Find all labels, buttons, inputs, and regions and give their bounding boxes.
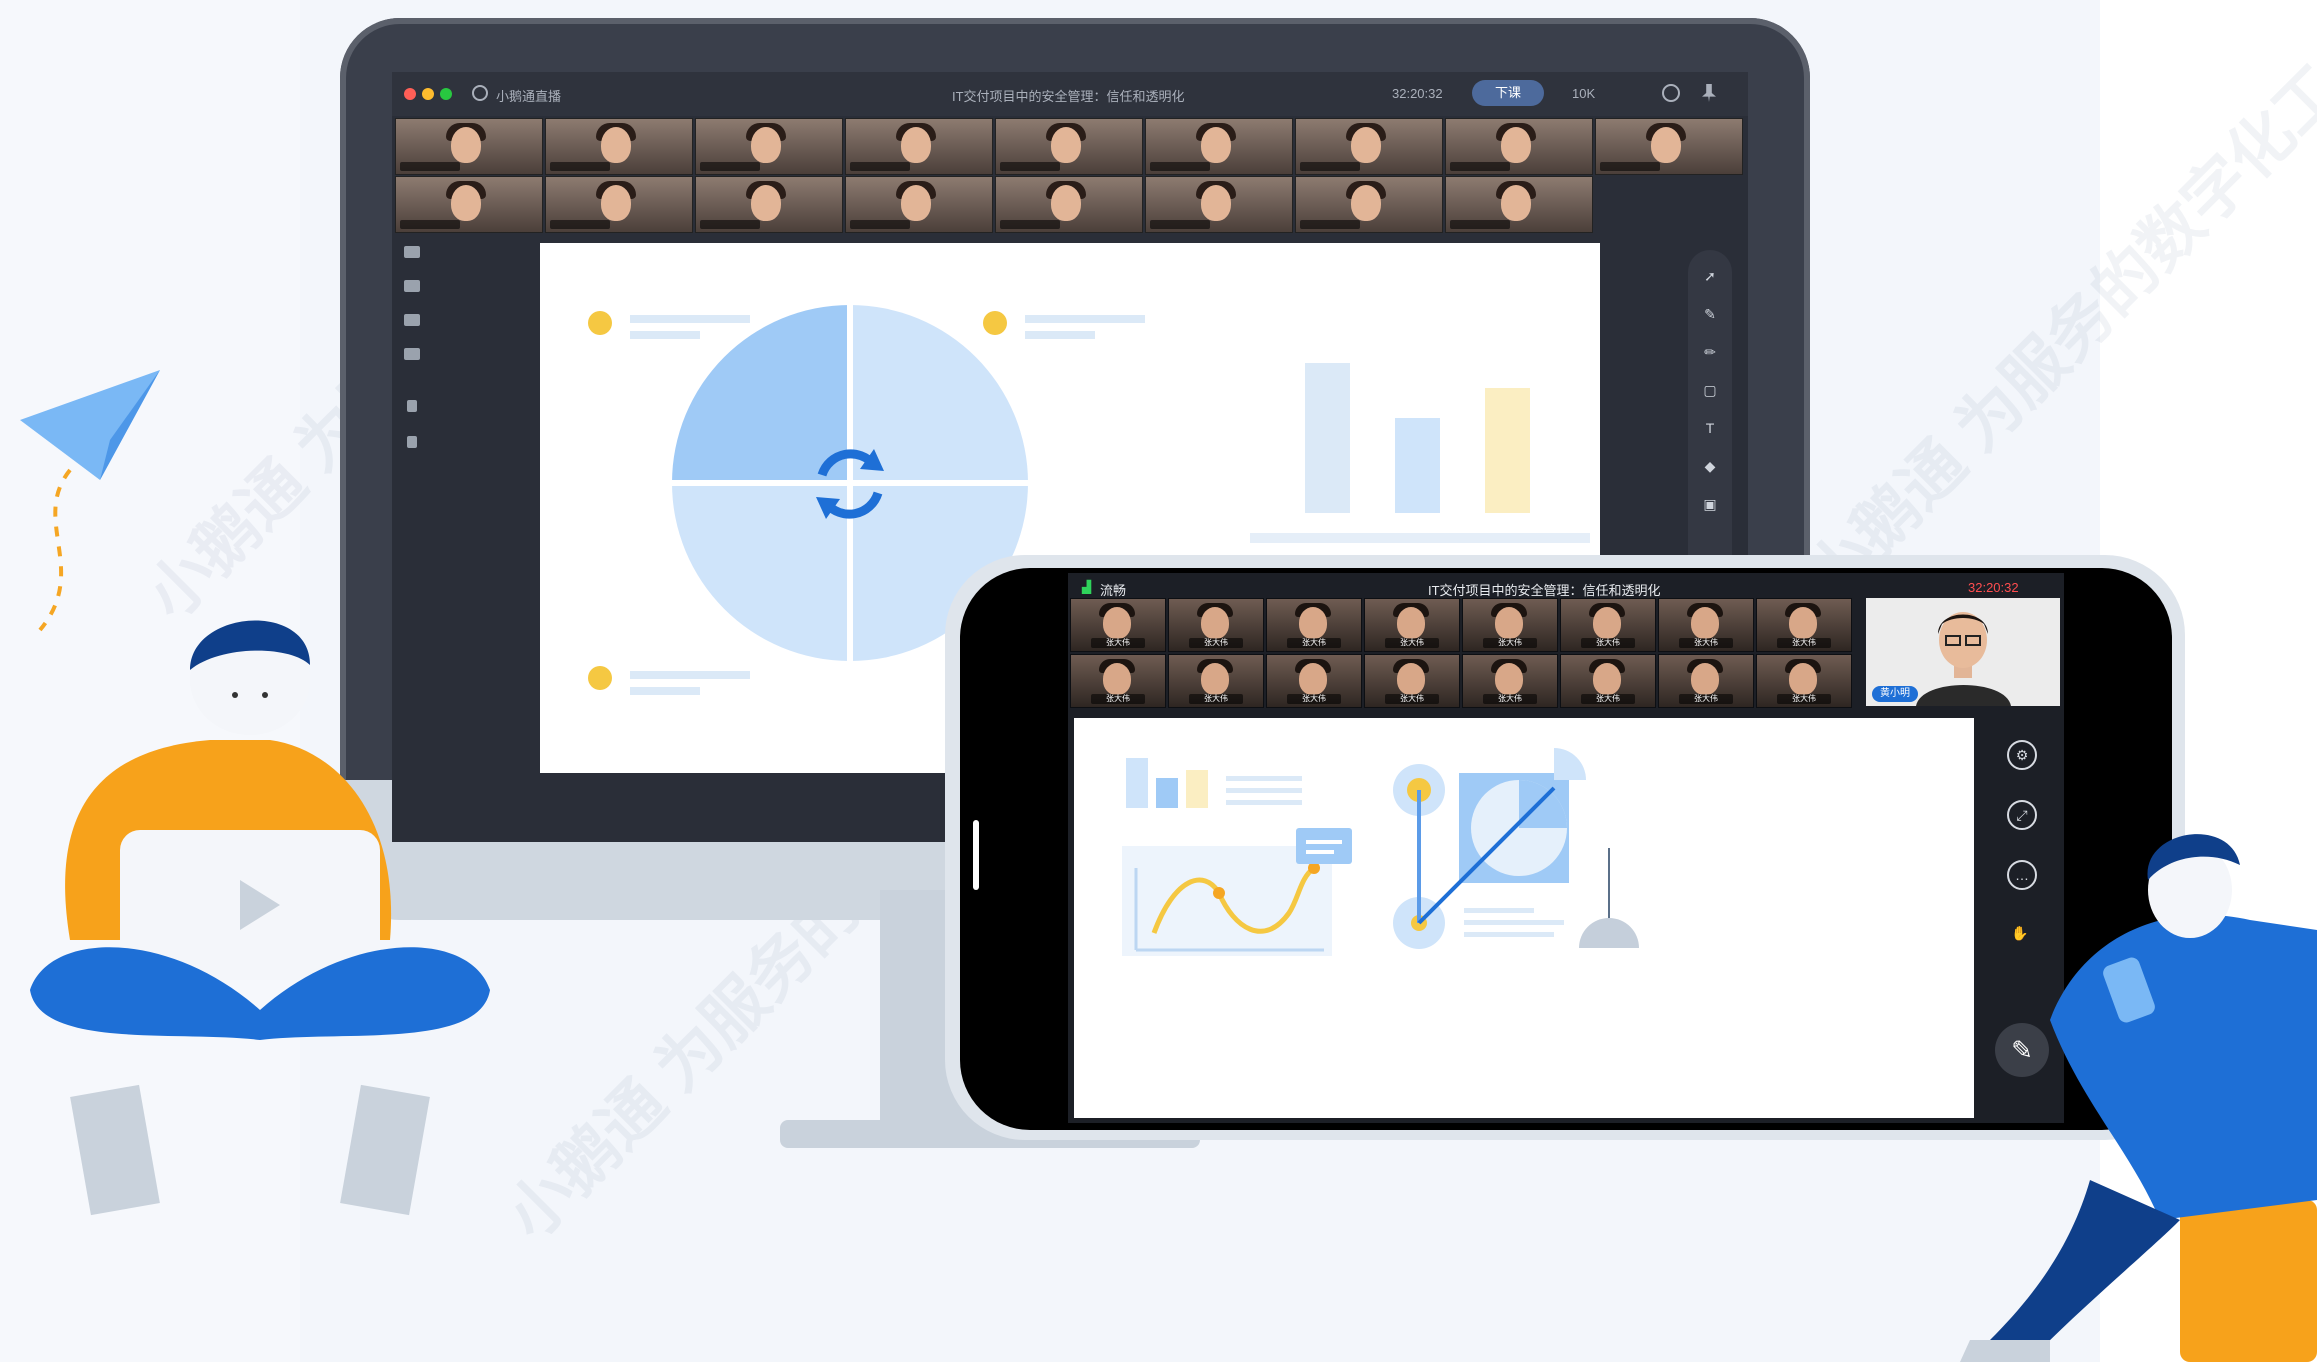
video-tile[interactable] — [1145, 176, 1293, 233]
video-tile[interactable]: 张大伟 — [1266, 654, 1362, 708]
video-tile[interactable] — [1595, 118, 1743, 175]
phone-whiteboard[interactable] — [1074, 718, 1974, 1118]
rectangle-icon[interactable]: ▢ — [1702, 382, 1718, 398]
desktop-tool-column: ➚ ✎ ✏ ▢ T ◆ ▣ — [1688, 250, 1732, 580]
video-tile[interactable] — [1295, 176, 1443, 233]
video-tile[interactable]: 张大伟 — [1658, 654, 1754, 708]
video-tile[interactable]: 张大伟 — [1462, 598, 1558, 652]
pen-icon[interactable]: ✎ — [1702, 306, 1718, 322]
phone-home-indicator — [973, 820, 979, 890]
end-class-button[interactable]: 下课 — [1472, 80, 1544, 106]
person-with-laptop-illustration — [30, 620, 490, 1216]
chat-icon[interactable] — [404, 314, 420, 326]
app-logo-icon — [472, 85, 488, 101]
video-tile[interactable]: 张大伟 — [1364, 654, 1460, 708]
video-tile[interactable]: 张大伟 — [1070, 598, 1166, 652]
video-tile[interactable]: 张大伟 — [1560, 654, 1656, 708]
signal-icon: ▟ — [1082, 580, 1092, 594]
members-icon[interactable] — [404, 348, 420, 360]
phone-timer: 32:20:32 — [1968, 580, 2019, 595]
document-icon[interactable] — [404, 280, 420, 292]
window-title: IT交付项目中的安全管理：信任和透明化 — [952, 89, 1185, 104]
lock-icon[interactable] — [407, 400, 417, 412]
settings-icon[interactable]: ⚙ — [2007, 740, 2037, 770]
pin-icon[interactable] — [1702, 84, 1716, 102]
video-tile[interactable] — [395, 118, 543, 175]
settings-icon[interactable] — [1662, 84, 1680, 102]
signal-label: 流畅 — [1100, 583, 1127, 598]
video-tile[interactable] — [845, 176, 993, 233]
video-tile[interactable] — [1145, 118, 1293, 175]
host-video-tile[interactable]: 黄小明 — [1866, 598, 2060, 706]
marker-icon[interactable]: ✏ — [1702, 344, 1718, 360]
video-tile[interactable]: 张大伟 — [1462, 654, 1558, 708]
desktop-timer: 32:20:32 — [1392, 86, 1443, 101]
video-tile[interactable]: 张大伟 — [1364, 598, 1460, 652]
phone-whiteboard-illustration — [1122, 748, 1639, 956]
video-tile[interactable] — [695, 176, 843, 233]
video-tile[interactable] — [1295, 118, 1443, 175]
close-dot-icon[interactable] — [404, 88, 416, 100]
courseware-icon[interactable] — [404, 246, 420, 258]
app-name: 小鹅通直播 — [496, 89, 562, 104]
desktop-titlebar: 小鹅通直播 IT交付项目中的安全管理：信任和透明化 32:20:32 下课 10… — [392, 72, 1748, 116]
video-tile[interactable] — [1445, 176, 1593, 233]
video-tile[interactable]: 张大伟 — [1560, 598, 1656, 652]
minimize-dot-icon[interactable] — [422, 88, 434, 100]
video-tile[interactable] — [995, 118, 1143, 175]
host-name-badge: 黄小明 — [1872, 686, 1918, 702]
video-tile[interactable] — [545, 176, 693, 233]
desktop-video-strip — [395, 118, 1745, 234]
video-tile[interactable] — [995, 176, 1143, 233]
network-speed: 10K — [1572, 86, 1596, 101]
video-tile[interactable] — [545, 118, 693, 175]
video-tile[interactable] — [395, 176, 543, 233]
desktop-left-sidebar — [396, 240, 430, 450]
video-tile[interactable] — [1445, 118, 1593, 175]
video-tile[interactable] — [695, 118, 843, 175]
text-icon[interactable]: T — [1702, 420, 1718, 436]
video-tile[interactable]: 张大伟 — [1266, 598, 1362, 652]
paper-plane-icon — [20, 370, 160, 632]
video-tile[interactable]: 张大伟 — [1756, 598, 1852, 652]
video-tile[interactable]: 张大伟 — [1168, 598, 1264, 652]
maximize-dot-icon[interactable] — [440, 88, 452, 100]
video-tile[interactable]: 张大伟 — [1658, 598, 1754, 652]
video-tile[interactable] — [845, 118, 993, 175]
person-with-phone-illustration — [1960, 834, 2317, 1362]
video-tile[interactable]: 张大伟 — [1070, 654, 1166, 708]
phone-title: IT交付项目中的安全管理：信任和透明化 — [1428, 583, 1661, 598]
eraser-icon[interactable]: ◆ — [1702, 458, 1718, 474]
select-cursor-icon[interactable]: ➚ — [1702, 268, 1718, 284]
video-tile[interactable]: 张大伟 — [1168, 654, 1264, 708]
delete-icon[interactable]: ▣ — [1702, 496, 1718, 512]
video-tile[interactable]: 张大伟 — [1756, 654, 1852, 708]
more-icon[interactable] — [407, 436, 417, 448]
